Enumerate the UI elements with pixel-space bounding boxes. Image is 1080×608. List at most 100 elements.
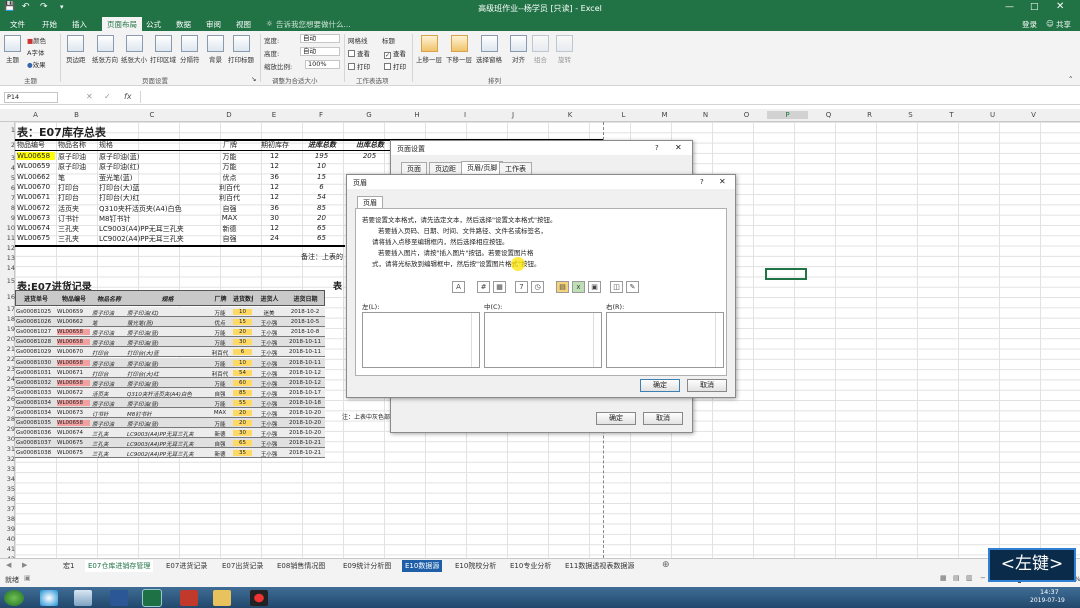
row-header[interactable]: 24	[0, 375, 15, 383]
scale-height-dropdown[interactable]: 自动	[300, 47, 340, 56]
page-setup-launcher-icon[interactable]: ↘	[251, 75, 256, 83]
column-header[interactable]: L	[603, 111, 644, 119]
sheet-tab[interactable]: E07出货记录	[219, 560, 266, 572]
record-icon[interactable]	[250, 590, 268, 606]
row-header[interactable]: 4	[0, 164, 15, 172]
sheet-tab[interactable]: E10专业分析	[507, 560, 554, 572]
header-ok-button[interactable]: 确定	[640, 379, 680, 392]
center-section-input[interactable]	[484, 312, 602, 368]
gridlines-view-checkbox[interactable]: 查看	[348, 48, 370, 58]
column-header[interactable]: J	[489, 111, 537, 119]
row-header[interactable]: 34	[0, 475, 15, 483]
page-setup-ok-button[interactable]: 确定	[596, 412, 636, 425]
align-button[interactable]: 对齐	[510, 35, 527, 64]
dialog-close-icon[interactable]: ✕	[675, 143, 682, 152]
theme-effects-button[interactable]: ●效果	[27, 59, 46, 69]
file-name-icon[interactable]: x	[572, 281, 585, 293]
send-backward-button[interactable]: 下移一层	[446, 35, 472, 64]
row-header[interactable]: 37	[0, 505, 15, 513]
header-cancel-button[interactable]: 取消	[687, 379, 727, 392]
powerpoint-icon[interactable]	[180, 590, 198, 606]
theme-colors-button[interactable]: ■颜色	[27, 35, 46, 45]
background-button[interactable]: 背景	[207, 35, 224, 64]
left-section-scrollbar[interactable]	[471, 313, 479, 367]
page-break-view-icon[interactable]: ▥	[966, 574, 973, 582]
row-header[interactable]: 17	[0, 305, 15, 313]
row-header[interactable]: 18	[0, 315, 15, 323]
tab-file[interactable]: 文件	[10, 19, 25, 30]
scale-percent-spinner[interactable]: 100%	[305, 60, 340, 69]
column-header[interactable]: T	[931, 111, 972, 119]
sheet-tab[interactable]: E10院校分析	[452, 560, 499, 572]
folder-icon[interactable]	[213, 590, 231, 606]
column-header[interactable]: M	[644, 111, 685, 119]
tab-page-layout[interactable]: 页面布局	[102, 17, 142, 31]
gridlines-print-checkbox[interactable]: 打印	[348, 61, 370, 71]
column-header[interactable]: C	[97, 111, 207, 119]
row-header[interactable]: 22	[0, 355, 15, 363]
column-header[interactable]: G	[345, 111, 393, 119]
column-header[interactable]: E	[251, 111, 297, 119]
row-header[interactable]: 21	[0, 345, 15, 353]
word-icon[interactable]	[110, 590, 128, 606]
sheet-tab[interactable]: 宏1	[60, 560, 77, 572]
left-section-input[interactable]	[362, 312, 480, 368]
row-header[interactable]: 7	[0, 194, 15, 202]
row-header[interactable]: 32	[0, 455, 15, 463]
rotate-button[interactable]: 旋转	[556, 35, 573, 64]
add-sheet-icon[interactable]: ⊕	[662, 560, 670, 570]
help-icon[interactable]: ?	[700, 178, 704, 186]
column-header[interactable]: D	[207, 111, 251, 119]
row-header[interactable]: 12	[0, 244, 15, 252]
scroll-tabs-left-icon[interactable]: ◀	[6, 561, 11, 569]
normal-view-icon[interactable]: ▦	[940, 574, 947, 582]
row-header[interactable]: 14	[0, 264, 15, 272]
row-header[interactable]: 11	[0, 234, 15, 242]
row-header[interactable]: 39	[0, 525, 15, 533]
row-header[interactable]: 15	[0, 277, 15, 285]
column-header[interactable]: Q	[808, 111, 849, 119]
minimize-icon[interactable]: —	[1005, 2, 1014, 12]
insert-function-icon[interactable]: fx	[124, 92, 132, 101]
column-header[interactable]: V	[1013, 111, 1054, 119]
row-header[interactable]: 5	[0, 174, 15, 182]
row-header[interactable]: 35	[0, 485, 15, 493]
row-header[interactable]: 16	[0, 293, 15, 301]
column-header[interactable]: R	[849, 111, 890, 119]
row-header[interactable]: 3	[0, 154, 15, 162]
row-header[interactable]: 26	[0, 395, 15, 403]
format-picture-icon[interactable]: ✎	[626, 281, 639, 293]
sheet-tab[interactable]: E09统计分析图	[340, 560, 394, 572]
column-header-selected[interactable]: P	[767, 111, 808, 119]
sheet-tab[interactable]: E11数据透视表数据源	[562, 560, 637, 572]
page-number-icon[interactable]: #	[477, 281, 490, 293]
row-header[interactable]: 8	[0, 204, 15, 212]
sheet-tab[interactable]: E08销售情况图	[274, 560, 328, 572]
headings-view-checkbox[interactable]: ✓ 查看	[384, 48, 406, 59]
row-header[interactable]: 36	[0, 495, 15, 503]
insert-picture-icon[interactable]: ◫	[610, 281, 623, 293]
column-header[interactable]: A	[15, 111, 56, 119]
selection-pane-button[interactable]: 选择窗格	[476, 35, 502, 64]
row-header[interactable]: 40	[0, 535, 15, 543]
format-text-icon[interactable]: A	[452, 281, 465, 293]
row-header[interactable]: 19	[0, 325, 15, 333]
column-header[interactable]: K	[537, 111, 603, 119]
row-header[interactable]: 41	[0, 545, 15, 553]
column-header[interactable]: B	[56, 111, 97, 119]
center-section-scrollbar[interactable]	[593, 313, 601, 367]
print-titles-button[interactable]: 打印标题	[228, 35, 254, 64]
column-header[interactable]: U	[972, 111, 1013, 119]
scale-width-dropdown[interactable]: 自动	[300, 34, 340, 43]
close-icon[interactable]: ✕	[1056, 1, 1064, 12]
headings-print-checkbox[interactable]: 打印	[384, 61, 406, 71]
page-layout-view-icon[interactable]: ▤	[953, 574, 960, 582]
help-icon[interactable]: ?	[655, 144, 659, 152]
breaks-button[interactable]: 分隔符	[180, 35, 200, 64]
tab-formulas[interactable]: 公式	[146, 19, 161, 30]
tab-review[interactable]: 审阅	[206, 19, 221, 30]
page-setup-cancel-button[interactable]: 取消	[643, 412, 683, 425]
name-box[interactable]: P14	[4, 92, 58, 103]
size-button[interactable]: 纸张大小	[121, 35, 147, 64]
share-button[interactable]: 共享	[1056, 19, 1071, 30]
